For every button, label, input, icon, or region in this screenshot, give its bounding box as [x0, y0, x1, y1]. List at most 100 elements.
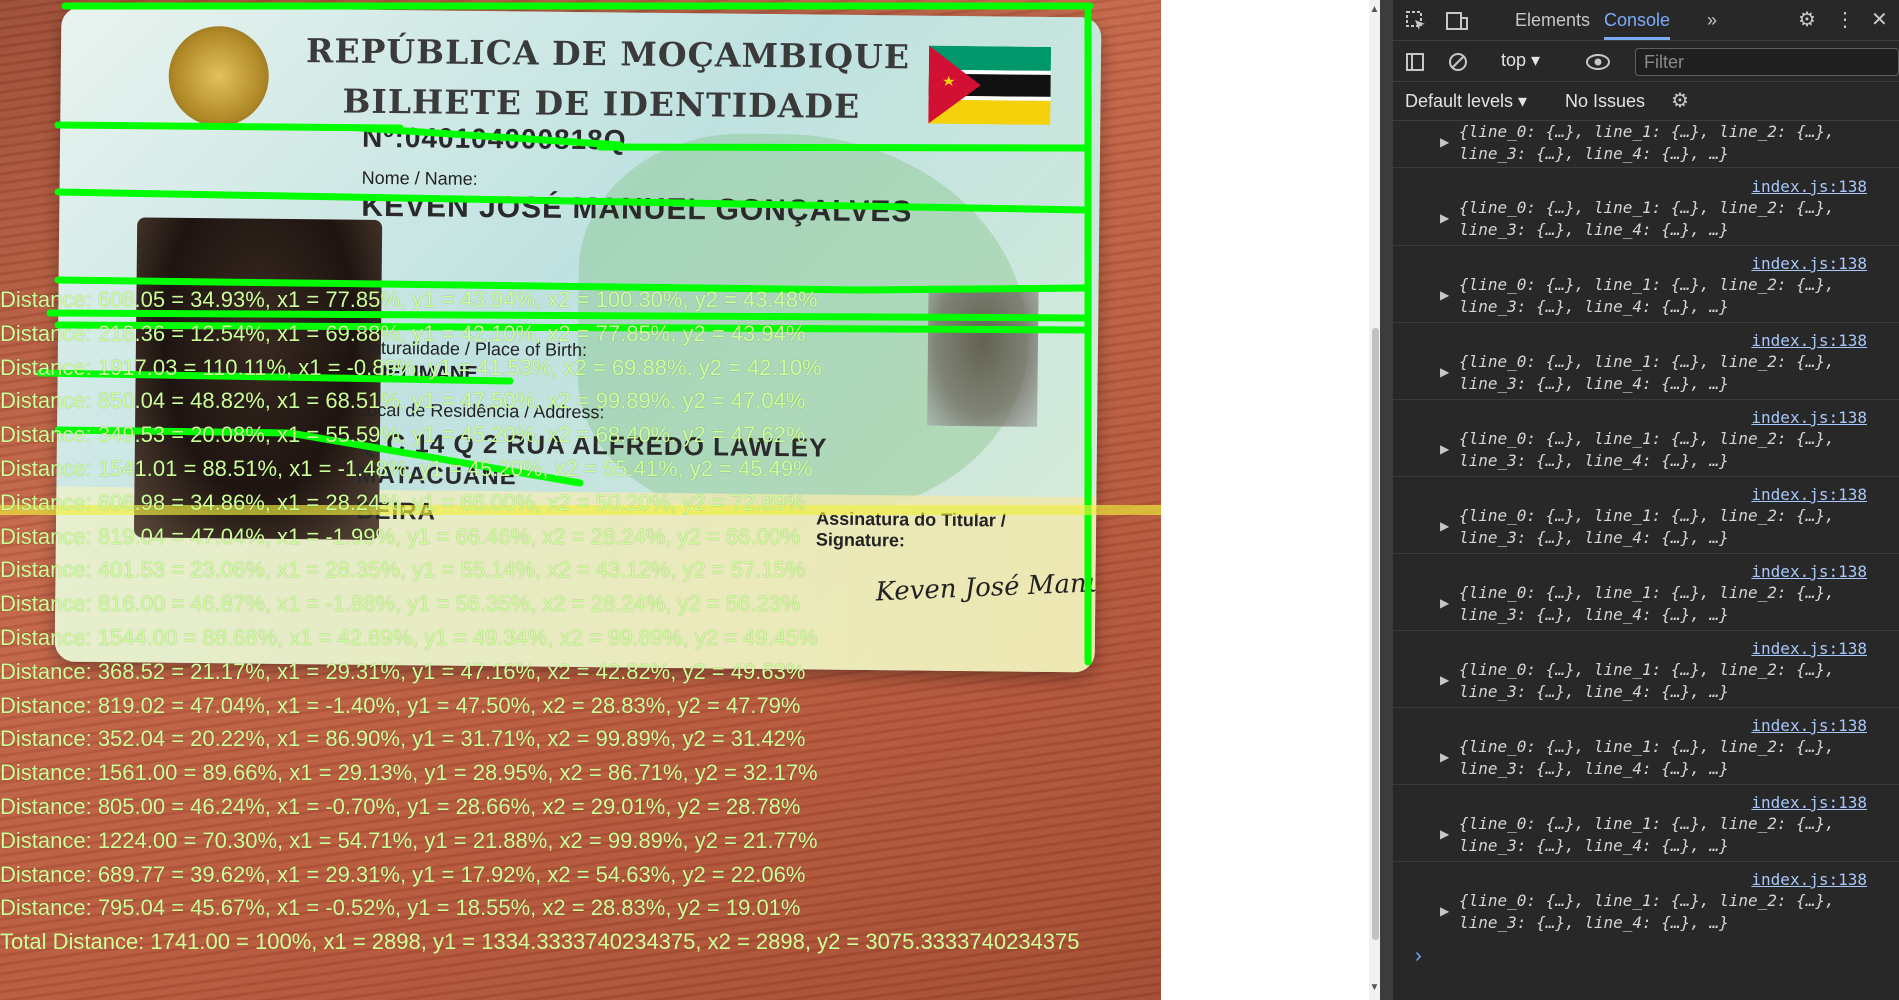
- context-select[interactable]: top ▾: [1501, 41, 1540, 79]
- log-source-link[interactable]: index.js:138: [1751, 793, 1867, 812]
- expand-arrow-icon[interactable]: ▶: [1440, 211, 1449, 225]
- page-scrollbar-thumb[interactable]: [1372, 328, 1379, 940]
- log-source-link[interactable]: index.js:138: [1751, 331, 1867, 350]
- close-icon[interactable]: ✕: [1871, 0, 1888, 40]
- log-line: line_3: {…}, line_4: {…}, …}: [1459, 682, 1729, 701]
- console-levels-bar: Default levels ▾ No Issues ⚙: [1393, 82, 1899, 121]
- card-signature-label: Assinatura do Titular / Signature:: [815, 508, 1006, 551]
- log-entry[interactable]: index.js:138 ▶ {line_0: {…}, line_1: {…}…: [1393, 327, 1899, 400]
- log-line: {line_0: {…}, line_1: {…}, line_2: {…},: [1459, 122, 1835, 141]
- log-source-link[interactable]: index.js:138: [1751, 562, 1867, 581]
- distance-row: Distance: 218.36 = 12.54%, x1 = 69.88%, …: [0, 320, 806, 346]
- log-entry[interactable]: index.js:138 ▶ {line_0: {…}, line_1: {…}…: [1393, 250, 1899, 323]
- console-log: ▶ {line_0: {…}, line_1: {…}, line_2: {…}…: [1393, 121, 1899, 932]
- log-line: line_3: {…}, line_4: {…}, …}: [1459, 374, 1729, 393]
- expand-arrow-icon[interactable]: ▶: [1440, 596, 1449, 610]
- distance-row: Distance: 819.04 = 47.04%, x1 = -1.99%, …: [0, 523, 801, 549]
- scroll-down-icon[interactable]: ▼: [1369, 982, 1380, 993]
- clear-icon[interactable]: [1447, 41, 1469, 81]
- devtools-panel: Elements Console » ⚙ ⋮ ✕ top ▾ Default l…: [1393, 0, 1899, 1000]
- expand-arrow-icon[interactable]: ▶: [1440, 365, 1449, 379]
- log-line: {line_0: {…}, line_1: {…}, line_2: {…},: [1459, 660, 1835, 679]
- sidebar-icon[interactable]: [1405, 41, 1425, 81]
- expand-arrow-icon[interactable]: ▶: [1440, 673, 1449, 687]
- levels-dropdown[interactable]: Default levels ▾: [1405, 82, 1527, 120]
- log-line: {line_0: {…}, line_1: {…}, line_2: {…},: [1459, 198, 1835, 217]
- distance-row: Distance: 352.04 = 20.22%, x1 = 86.90%, …: [0, 726, 806, 752]
- log-line: line_3: {…}, line_4: {…}, …}: [1459, 759, 1729, 778]
- distance-row: Distance: 606.98 = 34.86%, x1 = 28.24%, …: [0, 489, 806, 515]
- distance-row: Distance: 349.53 = 20.08%, x1 = 55.59%, …: [0, 422, 806, 448]
- console-prompt-icon[interactable]: ›: [1415, 945, 1422, 968]
- log-line: {line_0: {…}, line_1: {…}, line_2: {…},: [1459, 506, 1835, 525]
- inspect-icon[interactable]: [1405, 0, 1427, 40]
- log-source-link[interactable]: index.js:138: [1751, 254, 1867, 273]
- kebab-menu-icon[interactable]: ⋮: [1835, 0, 1855, 40]
- context-value: top: [1501, 50, 1527, 70]
- distance-row: Distance: 689.77 = 39.62%, x1 = 29.31%, …: [0, 861, 806, 887]
- distance-row: Distance: 1917.03 = 110.11%, x1 = -0.89%…: [0, 354, 822, 380]
- tab-console[interactable]: Console: [1604, 0, 1671, 40]
- log-line: {line_0: {…}, line_1: {…}, line_2: {…},: [1459, 275, 1835, 294]
- page-viewport: REPÚBLICA DE MOÇAMBIQUE BILHETE DE IDENT…: [0, 0, 1380, 1000]
- log-source-link[interactable]: index.js:138: [1751, 408, 1867, 427]
- expand-arrow-icon[interactable]: ▶: [1440, 904, 1449, 918]
- flag-icon: [928, 45, 1052, 125]
- expand-arrow-icon[interactable]: ▶: [1440, 519, 1449, 533]
- device-toggle-icon[interactable]: [1445, 0, 1469, 40]
- log-entry[interactable]: index.js:138 ▶ {line_0: {…}, line_1: {…}…: [1393, 635, 1899, 708]
- log-source-link[interactable]: index.js:138: [1751, 485, 1867, 504]
- log-line: line_3: {…}, line_4: {…}, …}: [1459, 605, 1729, 624]
- expand-arrow-icon[interactable]: ▶: [1440, 135, 1449, 149]
- expand-arrow-icon[interactable]: ▶: [1440, 442, 1449, 456]
- log-entry[interactable]: index.js:138 ▶ {line_0: {…}, line_1: {…}…: [1393, 481, 1899, 554]
- distance-row: Distance: 401.53 = 23.06%, x1 = 28.35%, …: [0, 557, 806, 583]
- log-line: line_3: {…}, line_4: {…}, …}: [1459, 913, 1729, 932]
- log-line: line_3: {…}, line_4: {…}, …}: [1459, 144, 1729, 163]
- distance-row: Distance: 795.04 = 45.67%, x1 = -0.52%, …: [0, 895, 801, 921]
- log-source-link[interactable]: index.js:138: [1751, 639, 1867, 658]
- log-line: {line_0: {…}, line_1: {…}, line_2: {…},: [1459, 814, 1835, 833]
- distance-row: Distance: 850.04 = 48.82%, x1 = 68.51%, …: [0, 388, 806, 414]
- log-entry[interactable]: index.js:138 ▶ {line_0: {…}, line_1: {…}…: [1393, 789, 1899, 862]
- log-entry[interactable]: index.js:138 ▶ {line_0: {…}, line_1: {…}…: [1393, 404, 1899, 477]
- card-title-document: BILHETE DE IDENTIDADE: [342, 81, 861, 126]
- log-line: line_3: {…}, line_4: {…}, …}: [1459, 836, 1729, 855]
- card-title-country: REPÚBLICA DE MOÇAMBIQUE: [305, 31, 911, 77]
- console-settings-icon[interactable]: ⚙: [1671, 82, 1689, 120]
- log-source-link[interactable]: index.js:138: [1751, 870, 1867, 889]
- devtools-tabbar: Elements Console » ⚙ ⋮ ✕: [1393, 0, 1899, 41]
- total-distance: Total Distance: 1741.00 = 100%, x1 = 289…: [0, 929, 1080, 954]
- filter-input[interactable]: [1635, 48, 1899, 76]
- log-entry[interactable]: ▶ {line_0: {…}, line_1: {…}, line_2: {…}…: [1393, 121, 1899, 168]
- distance-row: Distance: 805.00 = 46.24%, x1 = -0.70%, …: [0, 793, 801, 819]
- console-toolbar: top ▾: [1393, 41, 1899, 82]
- more-tabs-icon[interactable]: »: [1707, 0, 1717, 40]
- card-name-label: Nome / Name:: [361, 167, 478, 189]
- tab-elements[interactable]: Elements: [1515, 0, 1590, 40]
- scroll-up-icon[interactable]: ▲: [1369, 4, 1380, 15]
- expand-arrow-icon[interactable]: ▶: [1440, 827, 1449, 841]
- log-source-link[interactable]: index.js:138: [1751, 177, 1867, 196]
- distance-list: Distance: 608.05 = 34.93%, x1 = 77.85%, …: [0, 285, 822, 927]
- expand-arrow-icon[interactable]: ▶: [1440, 288, 1449, 302]
- settings-icon[interactable]: ⚙: [1798, 0, 1816, 40]
- distance-row: Distance: 816.00 = 46.87%, x1 = -1.88%, …: [0, 591, 801, 617]
- log-entry[interactable]: index.js:138 ▶ {line_0: {…}, line_1: {…}…: [1393, 173, 1899, 246]
- devtools-divider[interactable]: [1380, 0, 1393, 1000]
- log-line: {line_0: {…}, line_1: {…}, line_2: {…},: [1459, 737, 1835, 756]
- emblem-icon: [168, 25, 270, 127]
- log-line: line_3: {…}, line_4: {…}, …}: [1459, 528, 1729, 547]
- distance-row: Distance: 1561.00 = 89.66%, x1 = 29.13%,…: [0, 760, 818, 786]
- issues-button[interactable]: No Issues: [1565, 82, 1645, 120]
- log-line: {line_0: {…}, line_1: {…}, line_2: {…},: [1459, 583, 1835, 602]
- expand-arrow-icon[interactable]: ▶: [1440, 750, 1449, 764]
- log-entry[interactable]: index.js:138 ▶ {line_0: {…}, line_1: {…}…: [1393, 558, 1899, 631]
- log-entry[interactable]: index.js:138 ▶ {line_0: {…}, line_1: {…}…: [1393, 866, 1899, 938]
- distance-row: Distance: 1541.01 = 88.51%, x1 = -1.48%,…: [0, 455, 813, 481]
- log-line: {line_0: {…}, line_1: {…}, line_2: {…},: [1459, 429, 1835, 448]
- log-entry[interactable]: index.js:138 ▶ {line_0: {…}, line_1: {…}…: [1393, 712, 1899, 785]
- distance-row: Distance: 819.02 = 47.04%, x1 = -1.40%, …: [0, 692, 801, 718]
- log-source-link[interactable]: index.js:138: [1751, 716, 1867, 735]
- eye-icon[interactable]: [1585, 41, 1611, 81]
